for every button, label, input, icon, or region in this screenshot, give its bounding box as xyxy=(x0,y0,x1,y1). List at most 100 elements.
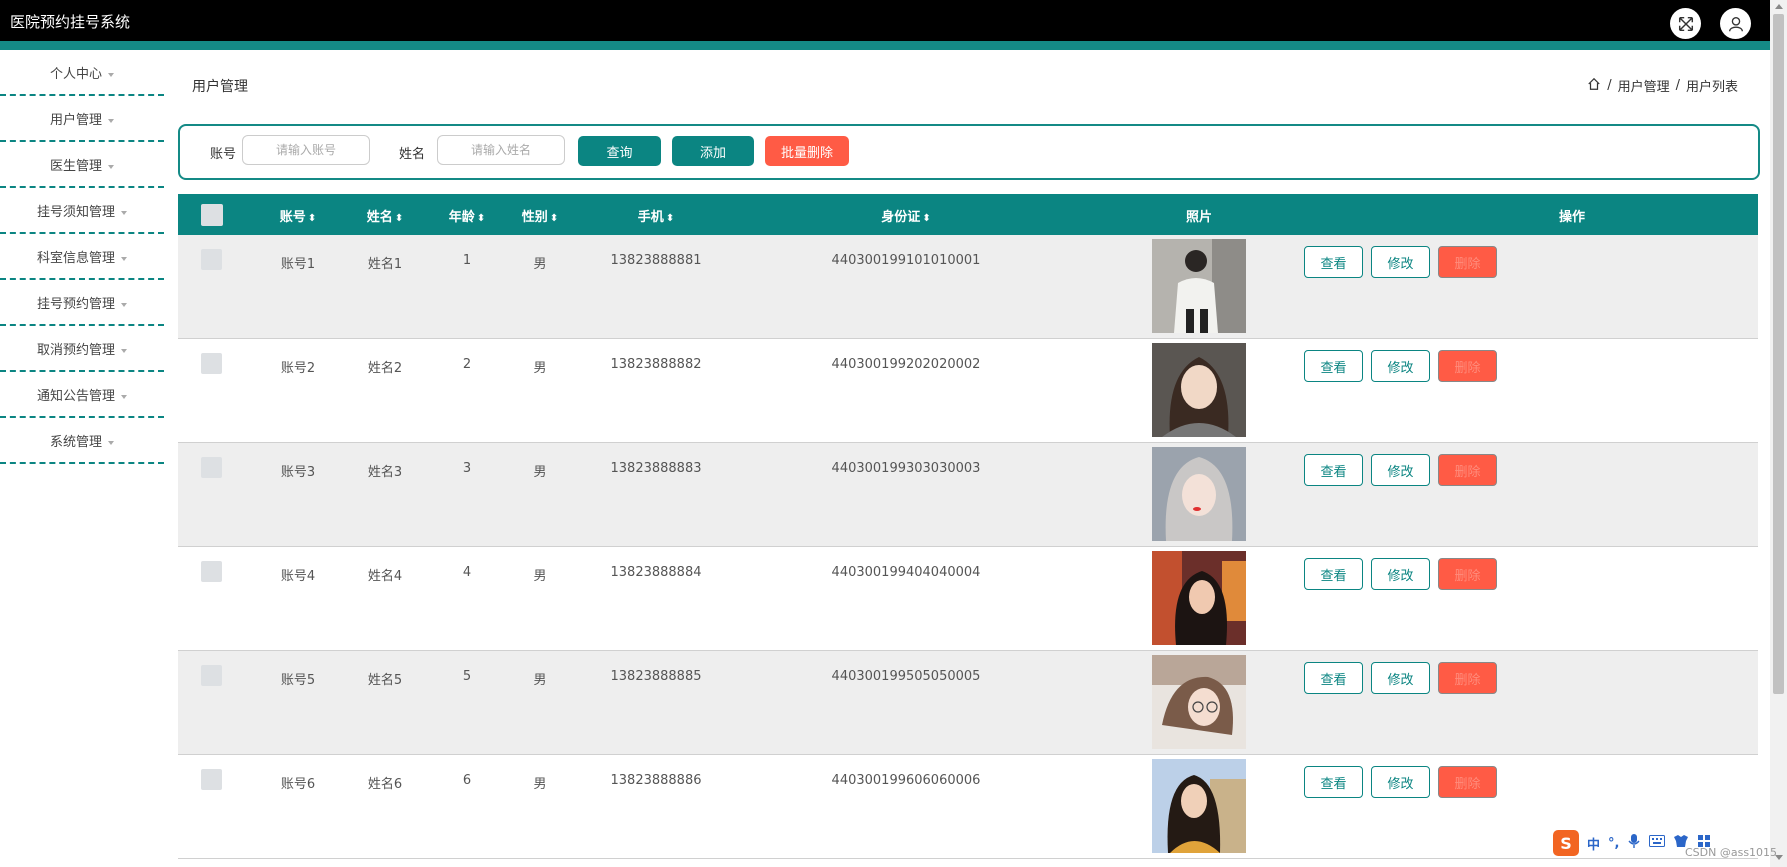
user-photo[interactable] xyxy=(1152,239,1246,333)
page-title: 用户管理 xyxy=(192,79,248,95)
sort-icon[interactable]: ⬍ xyxy=(308,213,316,224)
sidebar-item-user-management[interactable]: 用户管理 xyxy=(0,96,164,142)
user-photo[interactable] xyxy=(1152,759,1246,853)
table-row: 账号3 姓名3 3 男 13823888883 4403001993030300… xyxy=(178,443,1758,547)
cell-gender: 男 xyxy=(533,465,547,480)
row-checkbox[interactable] xyxy=(201,353,222,374)
sidebar-item-registration-notice[interactable]: 挂号须知管理 xyxy=(0,188,164,234)
table-header: 账号 ⬍ 姓名 ⬍ 年龄 ⬍ 性别 ⬍ 手机 ⬍ 身份证 ⬍ 照片 操作 xyxy=(178,194,1758,235)
edit-button[interactable]: 修改 xyxy=(1371,558,1430,590)
edit-button[interactable]: 修改 xyxy=(1371,662,1430,694)
cell-name: 姓名5 xyxy=(367,673,403,688)
keyboard-icon[interactable] xyxy=(1649,835,1666,851)
sidebar-item-label: 医生管理 xyxy=(49,159,102,174)
header-account[interactable]: 账号 ⬍ xyxy=(258,206,338,225)
sidebar-item-label: 用户管理 xyxy=(49,113,102,128)
scroll-thumb[interactable] xyxy=(1773,14,1784,694)
caret-down-icon xyxy=(108,118,114,123)
user-photo[interactable] xyxy=(1152,343,1246,437)
cell-account: 账号5 xyxy=(280,673,316,688)
edit-button[interactable]: 修改 xyxy=(1371,766,1430,798)
delete-button[interactable]: 删除 xyxy=(1438,454,1497,486)
user-photo[interactable] xyxy=(1152,447,1246,541)
ime-mode-toggle[interactable]: 中 xyxy=(1587,834,1600,853)
cell-phone: 13823888886 xyxy=(610,773,702,788)
cell-age: 1 xyxy=(462,253,472,268)
delete-button[interactable]: 删除 xyxy=(1438,558,1497,590)
cell-phone: 13823888885 xyxy=(610,669,702,684)
sort-icon[interactable]: ⬍ xyxy=(922,213,930,224)
top-bar: 医院预约挂号系统 xyxy=(0,0,1770,41)
name-search-input[interactable] xyxy=(437,135,565,165)
cell-age: 5 xyxy=(462,669,472,684)
breadcrumb-item[interactable]: 用户管理 xyxy=(1618,76,1670,95)
header-id-card[interactable]: 身份证 ⬍ xyxy=(826,206,986,225)
caret-down-icon xyxy=(121,302,127,307)
sidebar-item-department-info[interactable]: 科室信息管理 xyxy=(0,234,164,280)
select-all-checkbox[interactable] xyxy=(201,204,223,226)
ime-punctuation-toggle[interactable]: °, xyxy=(1608,836,1619,851)
batch-delete-button[interactable]: 批量删除 xyxy=(765,136,849,166)
row-checkbox[interactable] xyxy=(201,457,222,478)
row-checkbox[interactable] xyxy=(201,249,222,270)
cell-id-card: 440300199202020002 xyxy=(831,357,981,372)
header-gender[interactable]: 性别 ⬍ xyxy=(500,206,580,225)
account-search-input[interactable] xyxy=(242,135,370,165)
header-age[interactable]: 年龄 ⬍ xyxy=(427,206,507,225)
cell-phone: 13823888881 xyxy=(610,253,702,268)
user-photo[interactable] xyxy=(1152,551,1246,645)
cell-gender: 男 xyxy=(533,257,547,272)
sidebar-item-label: 通知公告管理 xyxy=(36,389,115,404)
sort-icon[interactable]: ⬍ xyxy=(550,213,558,224)
scroll-up-arrow[interactable] xyxy=(1775,4,1783,9)
row-checkbox[interactable] xyxy=(201,561,222,582)
cell-id-card: 440300199606060006 xyxy=(831,773,981,788)
view-button[interactable]: 查看 xyxy=(1304,558,1363,590)
sidebar-item-personal-center[interactable]: 个人中心 xyxy=(0,50,164,96)
sidebar-item-system-management[interactable]: 系统管理 xyxy=(0,418,164,464)
cell-gender: 男 xyxy=(533,777,547,792)
caret-down-icon xyxy=(108,164,114,169)
cell-id-card: 440300199505050005 xyxy=(831,669,981,684)
vertical-scrollbar[interactable] xyxy=(1770,0,1787,867)
view-button[interactable]: 查看 xyxy=(1304,662,1363,694)
view-button[interactable]: 查看 xyxy=(1304,246,1363,278)
user-icon[interactable] xyxy=(1720,8,1751,39)
view-button[interactable]: 查看 xyxy=(1304,766,1363,798)
query-button[interactable]: 查询 xyxy=(578,136,661,166)
cell-name: 姓名3 xyxy=(367,465,403,480)
caret-down-icon xyxy=(121,256,127,261)
sidebar-item-appointment-management[interactable]: 挂号预约管理 xyxy=(0,280,164,326)
user-photo[interactable] xyxy=(1152,655,1246,749)
fullscreen-icon[interactable] xyxy=(1670,8,1701,39)
table-row: 账号5 姓名5 5 男 13823888885 4403001995050500… xyxy=(178,651,1758,755)
view-button[interactable]: 查看 xyxy=(1304,350,1363,382)
delete-button[interactable]: 删除 xyxy=(1438,662,1497,694)
edit-button[interactable]: 修改 xyxy=(1371,350,1430,382)
row-checkbox[interactable] xyxy=(201,769,222,790)
header-phone[interactable]: 手机 ⬍ xyxy=(596,206,716,225)
add-button[interactable]: 添加 xyxy=(672,136,754,166)
table-row: 账号2 姓名2 2 男 13823888882 4403001992020200… xyxy=(178,339,1758,443)
home-icon[interactable] xyxy=(1587,77,1601,95)
microphone-icon[interactable] xyxy=(1627,833,1641,853)
edit-button[interactable]: 修改 xyxy=(1371,454,1430,486)
header-name[interactable]: 姓名 ⬍ xyxy=(345,206,425,225)
cell-age: 4 xyxy=(462,565,472,580)
cell-account: 账号6 xyxy=(280,777,316,792)
delete-button[interactable]: 删除 xyxy=(1438,766,1497,798)
sort-icon[interactable]: ⬍ xyxy=(666,213,674,224)
sort-icon[interactable]: ⬍ xyxy=(395,213,403,224)
view-button[interactable]: 查看 xyxy=(1304,454,1363,486)
row-checkbox[interactable] xyxy=(201,665,222,686)
sidebar-item-doctor-management[interactable]: 医生管理 xyxy=(0,142,164,188)
ime-logo-icon[interactable]: S xyxy=(1553,830,1579,856)
delete-button[interactable]: 删除 xyxy=(1438,246,1497,278)
edit-button[interactable]: 修改 xyxy=(1371,246,1430,278)
delete-button[interactable]: 删除 xyxy=(1438,350,1497,382)
cell-age: 6 xyxy=(462,773,472,788)
account-label: 账号 xyxy=(210,147,237,162)
sort-icon[interactable]: ⬍ xyxy=(477,213,485,224)
sidebar-item-announcements[interactable]: 通知公告管理 xyxy=(0,372,164,418)
sidebar-item-cancel-appointment[interactable]: 取消预约管理 xyxy=(0,326,164,372)
